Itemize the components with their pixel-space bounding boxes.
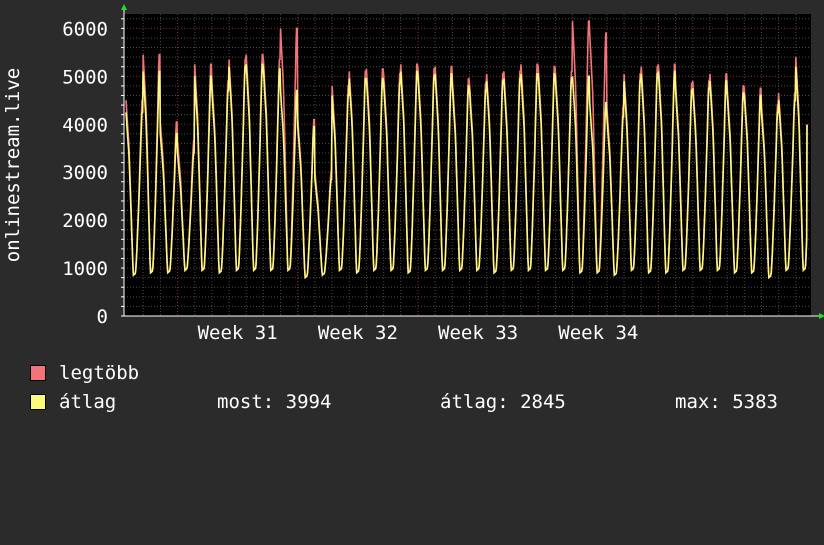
stat-current-value: 3994 [285, 391, 332, 413]
traffic-chart: 0 1000 2000 3000 4000 5000 6000 Week 31 Week 32 W… [2, 4, 824, 344]
stat-average: átlag: 2845 [440, 391, 566, 413]
legend-row-avg: átlag most: 3994 átlag: 2845 max: 5383 [30, 391, 820, 413]
y-tick-label: 1000 [62, 258, 108, 280]
y-tick-label: 2000 [62, 210, 108, 232]
chart-panel: 0 1000 2000 3000 4000 5000 6000 Week 31 Week 32 W… [0, 0, 824, 430]
plot-area [124, 14, 811, 316]
x-week-label: Week 34 [558, 322, 638, 344]
stat-max-value: 5383 [732, 391, 778, 413]
y-tick-label: 5000 [62, 66, 108, 88]
legend-swatch-avg [30, 394, 46, 410]
x-axis-arrow [819, 313, 824, 319]
y-tick-label: 0 [97, 306, 108, 328]
stat-max-label: max: [675, 391, 721, 413]
y-axis-arrow [121, 4, 127, 10]
y-tick-label: 3000 [62, 162, 108, 184]
stat-average-value: 2845 [520, 391, 566, 413]
stat-max: max: 5383 [675, 391, 778, 413]
legend-label-avg: átlag [59, 391, 117, 413]
legend-row-max: legtöbb [30, 362, 139, 384]
stat-average-label: átlag: [440, 391, 509, 413]
x-week-label: Week 33 [438, 322, 518, 344]
legend-swatch-max [30, 365, 46, 381]
x-week-label: Week 32 [318, 322, 398, 344]
stat-current-label: most: [217, 391, 275, 413]
stat-current: most: 3994 [217, 391, 331, 413]
y-axis-label: onlinestream.live [2, 68, 24, 262]
x-week-label: Week 31 [198, 322, 278, 344]
legend-label-max: legtöbb [59, 362, 140, 384]
y-tick-label: 6000 [62, 18, 108, 40]
y-tick-label: 4000 [62, 114, 108, 136]
